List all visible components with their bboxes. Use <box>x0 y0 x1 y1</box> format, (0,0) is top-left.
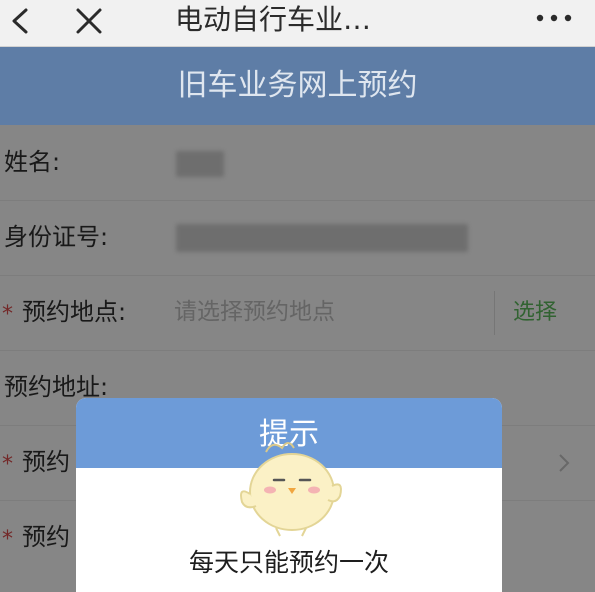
alert-dialog: 提示 每天只能预约一次 <box>76 398 502 592</box>
page-title: 电动自行车业… <box>175 3 372 36</box>
top-nav-bar: 电动自行车业… <box>0 0 595 47</box>
chevron-left-icon[interactable] <box>4 4 38 38</box>
app-header: 旧车业务网上预约 <box>0 47 595 125</box>
close-icon[interactable] <box>70 2 108 40</box>
more-icon[interactable] <box>534 8 574 28</box>
dialog-message: 每天只能预约一次 <box>188 548 389 577</box>
chick-mascot-icon <box>240 442 342 537</box>
app-header-title: 旧车业务网上预约 <box>177 68 418 103</box>
